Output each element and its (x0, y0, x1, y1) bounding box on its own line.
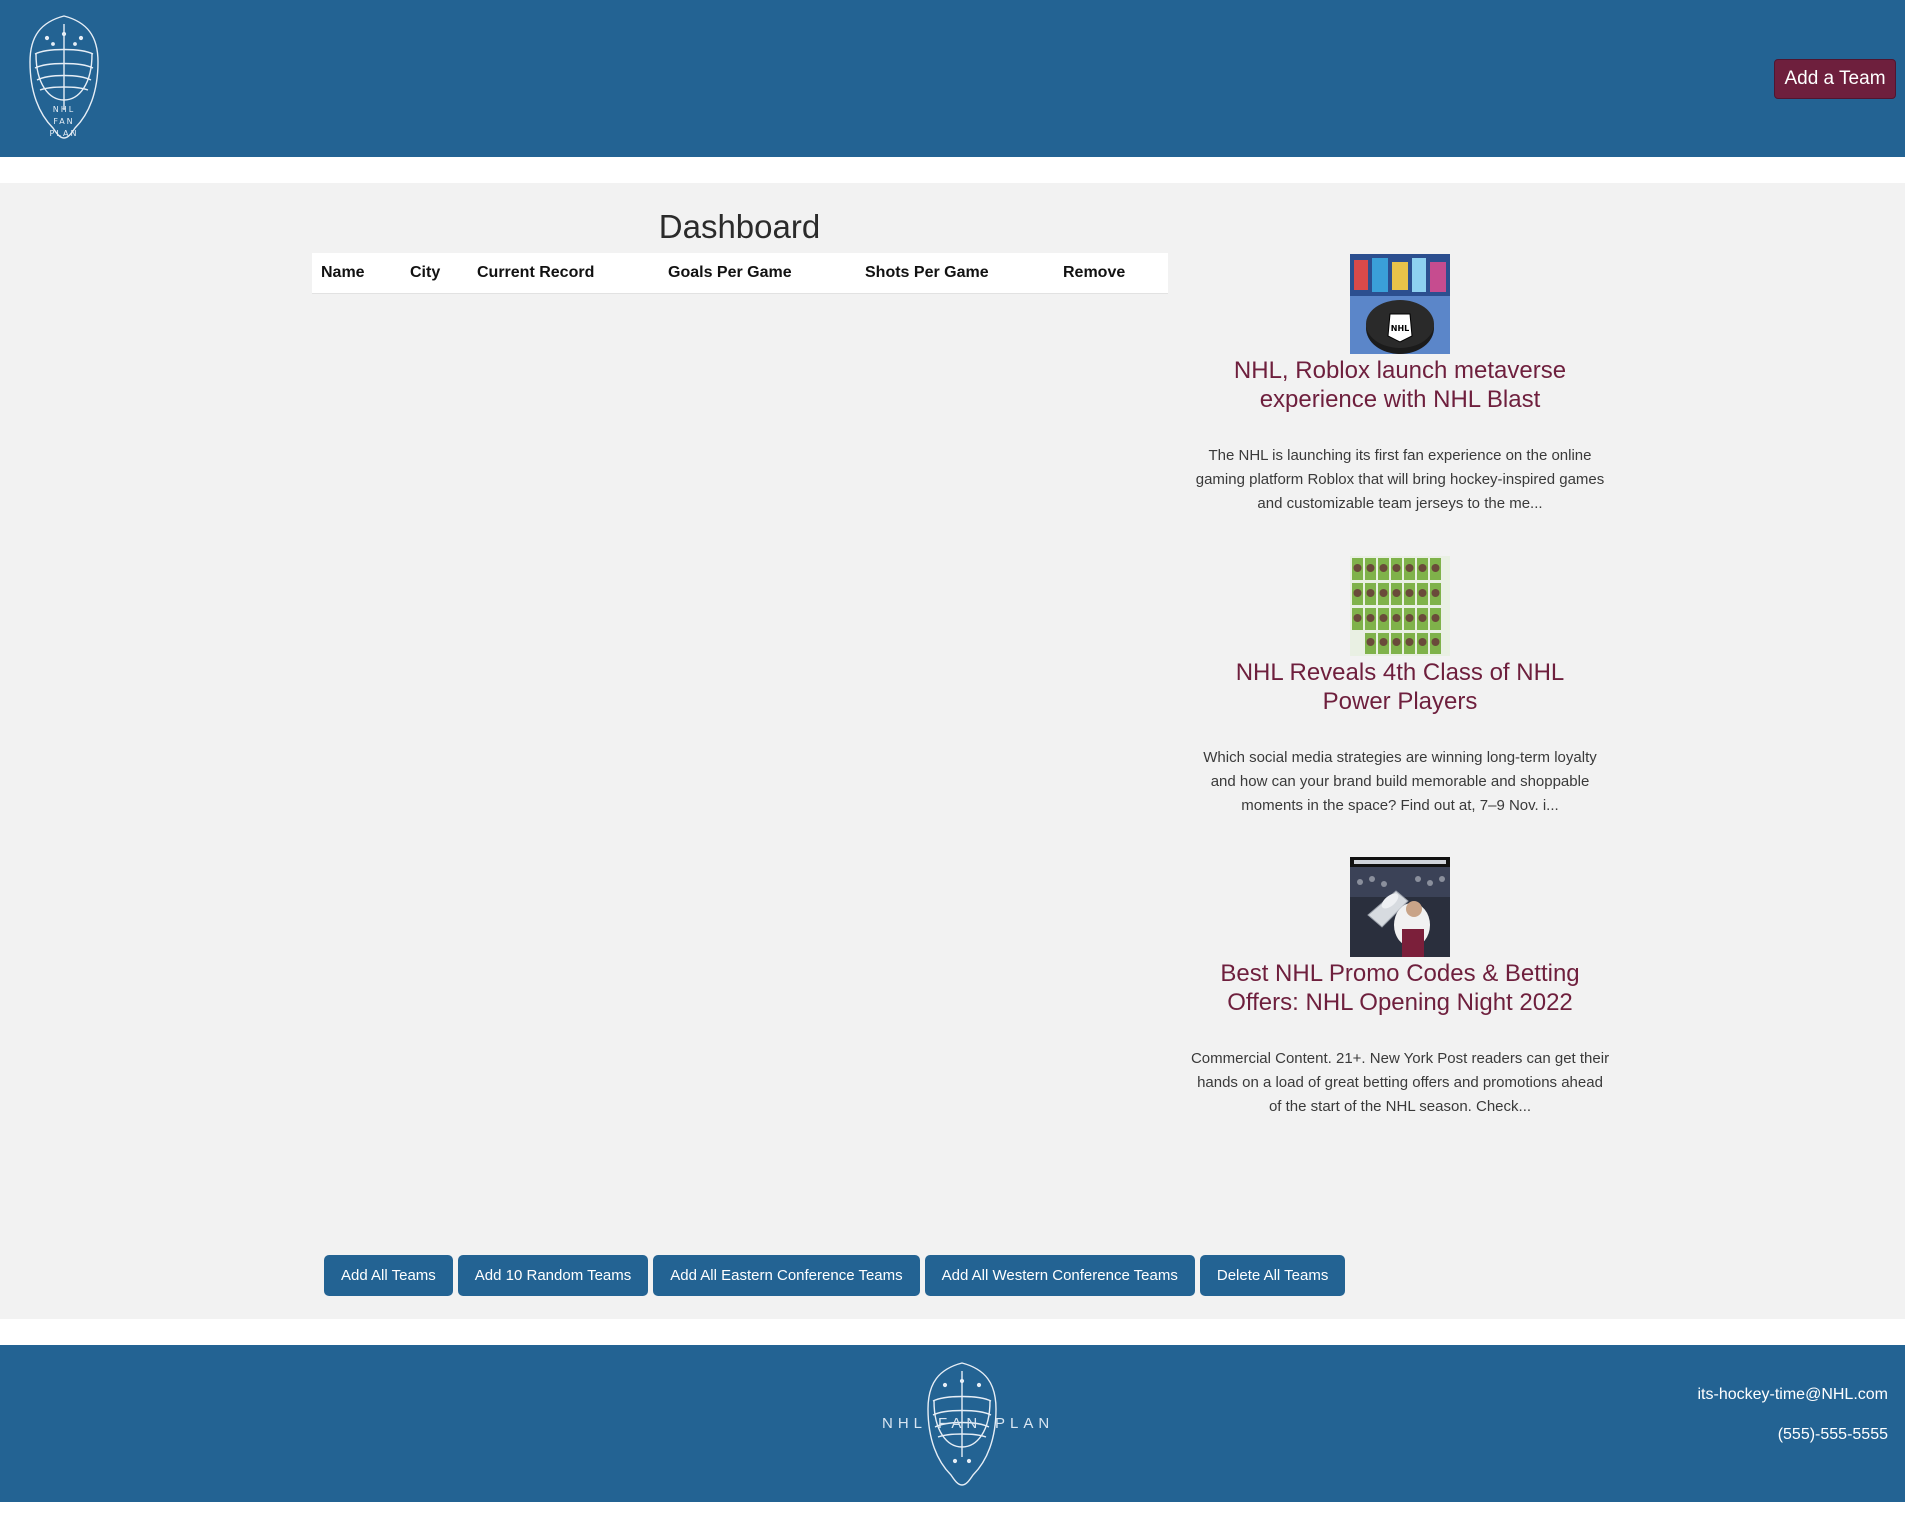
add-random-teams-button[interactable]: Add 10 Random Teams (457, 1255, 649, 1296)
add-western-teams-button[interactable]: Add All Western Conference Teams (924, 1255, 1195, 1296)
logo-text-nhl: NHL (53, 105, 75, 114)
news-description: Which social media strategies are winnin… (1203, 749, 1597, 814)
news-item: Best NHL Promo Codes & Betting Offers: N… (1190, 857, 1610, 1119)
site-footer: NHL FAN PLAN its-hockey-time@NHL.com (55… (0, 1345, 1905, 1502)
footer-contact: its-hockey-time@NHL.com (555)-555-5555 (1698, 1385, 1889, 1445)
logo-text-plan: PLAN (50, 129, 79, 138)
news-title-link[interactable]: NHL Reveals 4th Class of NHL Power Playe… (1190, 658, 1610, 716)
footer-logo-text-plan: PLAN (995, 1415, 1055, 1432)
footer-logo-text-nhl: NHL (882, 1415, 928, 1432)
footer-logo-text-fan: FAN (938, 1415, 983, 1432)
news-title-link[interactable]: NHL, Roblox launch metaverse experience … (1190, 356, 1610, 414)
goalie-mask-logo-icon[interactable]: NHL FAN PLAN (27, 14, 101, 140)
add-team-button[interactable]: Add a Team (1774, 59, 1896, 99)
news-item: NHL Reveals 4th Class of NHL Power Playe… (1190, 556, 1610, 818)
add-all-teams-button[interactable]: Add All Teams (324, 1255, 453, 1296)
svg-text:NHL: NHL (1391, 324, 1410, 333)
contact-email[interactable]: its-hockey-time@NHL.com (1698, 1385, 1889, 1405)
footer-logo[interactable]: NHL FAN PLAN (880, 1360, 1049, 1488)
stanley-cup-image[interactable] (1350, 857, 1450, 957)
news-description: Commercial Content. 21+. New York Post r… (1190, 1050, 1610, 1115)
teams-table-header-row: Name City Current Record Goals Per Game … (312, 253, 1168, 294)
bulk-actions-bar: Add All Teams Add 10 Random Teams Add Al… (324, 1255, 1346, 1296)
news-title-link[interactable]: Best NHL Promo Codes & Betting Offers: N… (1190, 959, 1610, 1017)
column-header-name[interactable]: Name (312, 253, 401, 294)
column-header-shots-per-game[interactable]: Shots Per Game (856, 253, 1054, 294)
news-description: The NHL is launching its first fan exper… (1195, 447, 1605, 512)
teams-table: Name City Current Record Goals Per Game … (312, 253, 1168, 294)
news-item: NHL NHL, Roblox launch metaverse experie… (1190, 254, 1610, 516)
dashboard-main: Dashboard Name City Current Record Goals… (0, 183, 1905, 1319)
delete-all-teams-button[interactable]: Delete All Teams (1199, 1255, 1346, 1296)
column-header-goals-per-game[interactable]: Goals Per Game (659, 253, 856, 294)
column-header-city[interactable]: City (401, 253, 468, 294)
nhl-puck-image[interactable]: NHL (1350, 254, 1450, 354)
column-header-remove[interactable]: Remove (1054, 253, 1168, 294)
page-title: Dashboard (658, 208, 821, 245)
contact-phone[interactable]: (555)-555-5555 (1698, 1425, 1888, 1445)
add-eastern-teams-button[interactable]: Add All Eastern Conference Teams (653, 1255, 920, 1296)
column-header-current-record[interactable]: Current Record (468, 253, 659, 294)
player-grid-image[interactable] (1350, 556, 1450, 656)
logo-text-fan: FAN (53, 117, 74, 126)
site-header: NHL FAN PLAN Add a Team (0, 0, 1905, 157)
